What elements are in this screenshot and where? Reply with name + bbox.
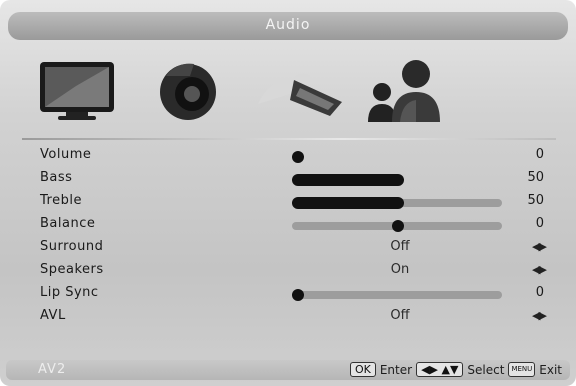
row-value: 50 <box>527 193 544 208</box>
enter-hint: Enter <box>379 362 413 377</box>
ok-key[interactable]: OK <box>349 362 376 377</box>
row-lip-sync[interactable]: Lip Sync 0 <box>0 284 576 307</box>
menu-key[interactable]: MENU <box>508 362 536 377</box>
page-title: Audio <box>265 17 311 33</box>
row-speakers[interactable]: Speakers On ◀▶ <box>0 261 576 284</box>
treble-slider-fill <box>292 197 404 209</box>
row-label: Bass <box>40 170 73 185</box>
row-value: 0 <box>535 216 544 231</box>
speaker-audio-icon[interactable] <box>154 56 224 128</box>
row-label: Surround <box>40 239 104 254</box>
row-bass[interactable]: Bass 50 <box>0 169 576 192</box>
left-right-arrows-icon[interactable]: ◀▶ <box>532 309 547 322</box>
row-avl[interactable]: AVL Off ◀▶ <box>0 307 576 330</box>
lip-sync-slider-knob[interactable] <box>292 289 304 301</box>
separator-line <box>22 138 556 140</box>
row-value: 0 <box>535 147 544 162</box>
row-label: Volume <box>40 147 92 162</box>
volume-slider-knob[interactable] <box>292 151 304 163</box>
row-treble[interactable]: Treble 50 <box>0 192 576 215</box>
avl-option-value: Off <box>390 308 410 323</box>
speakers-option-value: On <box>390 262 410 277</box>
row-value: 50 <box>527 170 544 185</box>
row-label: Lip Sync <box>40 285 99 300</box>
category-icons <box>36 56 456 126</box>
bass-slider-fill <box>292 174 404 186</box>
row-value: 0 <box>535 285 544 300</box>
users-icon[interactable] <box>364 56 448 128</box>
row-balance[interactable]: Balance 0 <box>0 215 576 238</box>
exit-hint: Exit <box>539 362 562 377</box>
title-bar: Audio <box>8 12 568 40</box>
select-hint: Select <box>467 362 505 377</box>
row-label: Treble <box>40 193 82 208</box>
left-right-arrows-icon[interactable]: ◀▶ <box>532 263 547 276</box>
settings-wrench-icon[interactable] <box>250 56 350 128</box>
row-label: Speakers <box>40 262 104 277</box>
surround-option-value: Off <box>390 239 410 254</box>
key-hints: OK Enter ◀▶ ▲▼ Select MENU Exit <box>349 362 562 377</box>
balance-slider-knob[interactable] <box>392 220 404 232</box>
row-volume[interactable]: Volume 0 <box>0 146 576 169</box>
input-source-label: AV2 <box>38 362 67 377</box>
left-right-arrows-icon[interactable]: ◀▶ <box>532 240 547 253</box>
tv-picture-icon[interactable] <box>36 56 118 128</box>
row-label: AVL <box>40 308 66 323</box>
lip-sync-slider-track[interactable] <box>292 291 502 299</box>
row-surround[interactable]: Surround Off ◀▶ <box>0 238 576 261</box>
osd-audio-menu: Audio Volume 0 Bass 50 Treble 50 Balance… <box>0 0 576 386</box>
row-label: Balance <box>40 216 96 231</box>
footer-bar: AV2 OK Enter ◀▶ ▲▼ Select MENU Exit <box>6 360 570 380</box>
navigation-arrows-icon[interactable]: ◀▶ ▲▼ <box>416 362 464 377</box>
